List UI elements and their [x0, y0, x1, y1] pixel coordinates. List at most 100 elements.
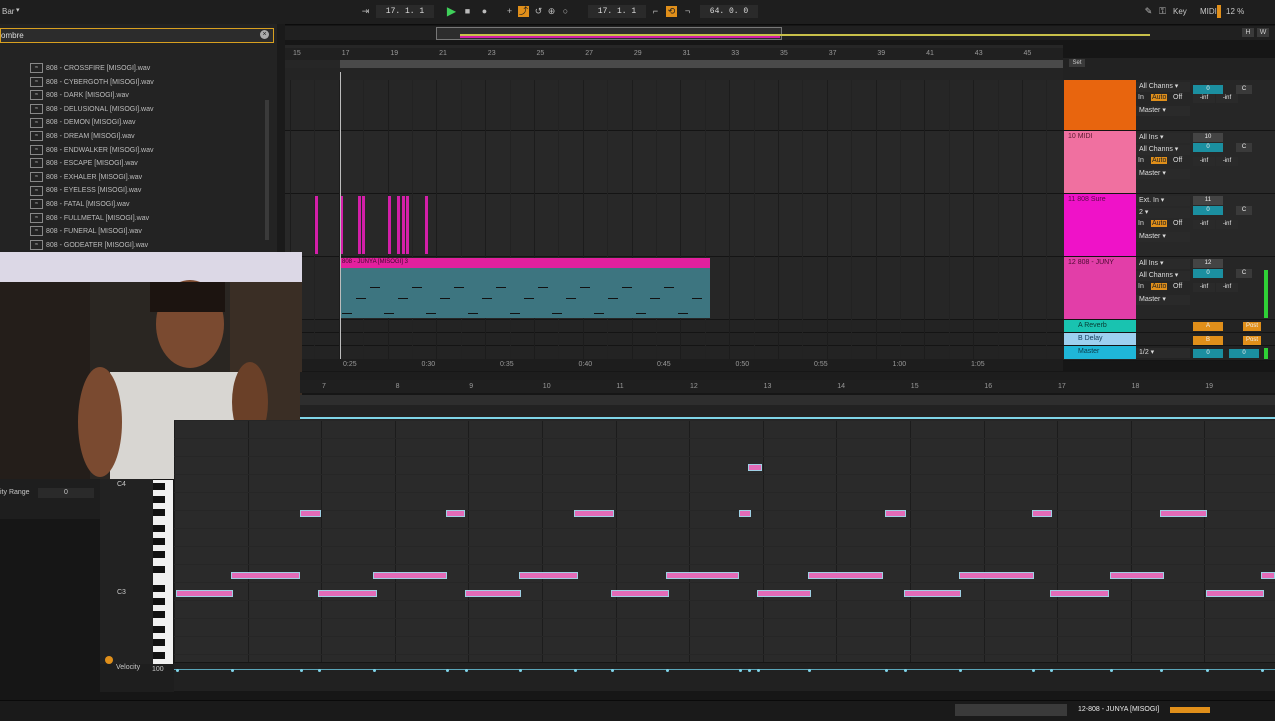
monitor-off-button[interactable]: Off	[1173, 283, 1182, 290]
input-type-select[interactable]: All Ins ▾	[1136, 259, 1190, 269]
scroll-divider[interactable]	[300, 372, 1275, 380]
midi-note[interactable]	[176, 590, 233, 597]
velocity-marker[interactable]	[1160, 669, 1163, 672]
velocity-marker[interactable]	[885, 669, 888, 672]
black-key[interactable]	[153, 525, 165, 532]
midi-note[interactable]	[318, 590, 377, 597]
velocity-marker[interactable]	[757, 669, 760, 672]
midi-note[interactable]	[1261, 572, 1275, 579]
track-header-4[interactable]: 12 808 - JUNY	[1064, 257, 1136, 319]
send-a-button[interactable]: A	[1193, 322, 1223, 331]
velocity-marker[interactable]	[318, 669, 321, 672]
velocity-marker[interactable]	[739, 669, 742, 672]
velocity-marker[interactable]	[1050, 669, 1053, 672]
browser-file-item[interactable]: ≈808 - DREAM [MISOGI].wav	[30, 130, 135, 143]
black-key[interactable]	[153, 566, 165, 573]
black-key[interactable]	[153, 585, 165, 592]
midi-note[interactable]	[1160, 510, 1207, 517]
midi-note[interactable]	[574, 510, 614, 517]
midi-clip-body[interactable]	[340, 268, 710, 318]
midi-clip-fragment[interactable]	[402, 196, 405, 254]
browser-file-item[interactable]: ≈808 - CROSSFIRE [MISOGI].wav	[30, 62, 150, 75]
loop-start[interactable]: 17. 1. 1	[588, 5, 646, 18]
scrub-area[interactable]	[285, 68, 1063, 80]
midi-note[interactable]	[739, 510, 751, 517]
midi-clip-fragment[interactable]	[362, 196, 365, 254]
midi-clip-fragment[interactable]	[315, 196, 318, 254]
master-pan[interactable]: 0	[1229, 349, 1259, 358]
monitor-off-button[interactable]: Off	[1173, 94, 1182, 101]
midi-note[interactable]	[904, 590, 961, 597]
loop-length[interactable]: 64. 0. 0	[700, 5, 758, 18]
browser-file-item[interactable]: ≈808 - FATAL [MISOGI].wav	[30, 198, 130, 211]
input-channel-select[interactable]: All Channs ▾	[1136, 145, 1190, 155]
input-channel-select[interactable]: All Channs ▾	[1136, 82, 1190, 92]
pan-field[interactable]: C	[1236, 269, 1252, 278]
fold-icon[interactable]	[105, 656, 113, 664]
browser-file-item[interactable]: ≈808 - ESCAPE [MISOGI].wav	[30, 157, 138, 170]
follow-icon[interactable]: ⇥	[360, 6, 371, 17]
clear-search-icon[interactable]: ×	[260, 30, 269, 39]
browser-file-item[interactable]: ≈808 - FULLMETAL [MISOGI].wav	[30, 212, 149, 225]
output-select[interactable]: Master ▾	[1136, 295, 1190, 305]
velocity-marker[interactable]	[666, 669, 669, 672]
clip-loop-brace[interactable]	[300, 395, 1275, 405]
black-key[interactable]	[153, 639, 165, 646]
set-button[interactable]: Set	[1069, 59, 1085, 67]
pan-field[interactable]: C	[1236, 143, 1252, 152]
browser-file-item[interactable]: ≈808 - DARK [MISOGI].wav	[30, 89, 129, 102]
black-key[interactable]	[153, 626, 165, 633]
clip-loop-bar[interactable]	[300, 417, 1275, 419]
velocity-lane[interactable]	[174, 663, 1275, 691]
pencil-icon[interactable]: ✎	[1143, 6, 1154, 17]
black-key[interactable]	[153, 509, 165, 516]
midi-note[interactable]	[465, 590, 521, 597]
browser-file-item[interactable]: ≈808 - DEMON [MISOGI].wav	[30, 116, 135, 129]
monitor-off-button[interactable]: Off	[1173, 157, 1182, 164]
master-route-select[interactable]: 1/2 ▾	[1136, 348, 1190, 358]
monitor-auto-button[interactable]: Auto	[1151, 157, 1168, 164]
midi-note[interactable]	[808, 572, 883, 579]
playhead[interactable]	[340, 72, 341, 360]
midi-note[interactable]	[885, 510, 906, 517]
monitor-auto-button[interactable]: Auto	[1151, 94, 1168, 101]
black-key[interactable]	[153, 496, 165, 503]
key-map-icon[interactable]: ⚿	[1157, 6, 1168, 17]
browser-file-item[interactable]: ≈808 - EXHALER [MISOGI].wav	[30, 171, 142, 184]
post-a-button[interactable]: Post	[1243, 322, 1261, 331]
loop-icon[interactable]: ⟲	[666, 6, 677, 17]
midi-note[interactable]	[1032, 510, 1052, 517]
velocity-marker[interactable]	[300, 669, 303, 672]
browser-file-item[interactable]: ≈808 - DELUSIONAL [MISOGI].wav	[30, 103, 154, 116]
monitor-auto-button[interactable]: Auto	[1151, 220, 1168, 227]
monitor-in-button[interactable]: In	[1138, 283, 1144, 290]
midi-note[interactable]	[1206, 590, 1264, 597]
midi-note[interactable]	[959, 572, 1034, 579]
midi-note[interactable]	[1050, 590, 1109, 597]
midi-note[interactable]	[231, 572, 300, 579]
record-icon[interactable]: ●	[479, 6, 490, 17]
send-b-button[interactable]: B	[1193, 336, 1223, 345]
velocity-marker[interactable]	[1261, 669, 1264, 672]
overdub-icon[interactable]: +	[504, 6, 515, 17]
black-key[interactable]	[153, 598, 165, 605]
browser-search-field[interactable]: ombre ×	[0, 28, 274, 43]
midi-note[interactable]	[611, 590, 669, 597]
midi-note[interactable]	[446, 510, 465, 517]
midi-clip-fragment[interactable]	[425, 196, 428, 254]
h-button[interactable]: H	[1242, 28, 1254, 37]
velocity-marker[interactable]	[176, 669, 179, 672]
black-key[interactable]	[153, 551, 165, 558]
chevron-down-icon[interactable]: ▾	[16, 6, 20, 14]
arrangement-position[interactable]: 17. 1. 1	[376, 5, 434, 18]
monitor-in-button[interactable]: In	[1138, 157, 1144, 164]
volume-field[interactable]: 0	[1193, 143, 1223, 152]
input-channel-select[interactable]: All Channs ▾	[1136, 271, 1190, 281]
midi-note[interactable]	[666, 572, 739, 579]
midi-map-label[interactable]: MIDI	[1200, 7, 1217, 16]
velocity-marker[interactable]	[808, 669, 811, 672]
velocity-marker[interactable]	[748, 669, 751, 672]
volume-field[interactable]: 0	[1193, 206, 1223, 215]
output-select[interactable]: Master ▾	[1136, 232, 1190, 242]
velocity-marker[interactable]	[373, 669, 376, 672]
